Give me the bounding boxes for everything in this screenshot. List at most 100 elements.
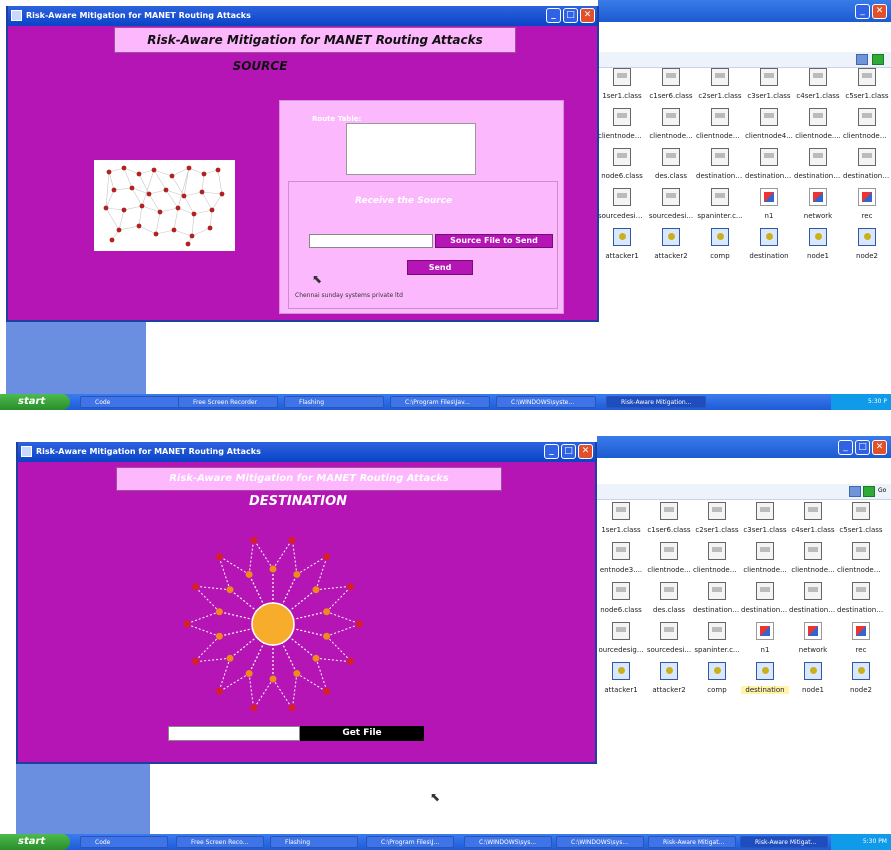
file-item[interactable]: destination.... [693, 582, 741, 622]
file-item[interactable]: c3ser1.class [741, 502, 789, 542]
taskbar-item[interactable]: C:\Program Files\Jav... [390, 396, 490, 408]
file-item[interactable]: c1ser6.class [647, 68, 695, 108]
file-item[interactable]: sourcedesi... [645, 622, 693, 662]
taskbar-item[interactable]: C:\WINDOWS\sys... [556, 836, 644, 848]
file-item[interactable]: des.class [647, 148, 695, 188]
taskbar-item[interactable]: Flashing [270, 836, 358, 848]
file-item[interactable]: clientnode4... [745, 108, 793, 148]
file-item[interactable]: network [789, 622, 837, 662]
file-item[interactable]: node6.class [598, 148, 646, 188]
file-item[interactable]: node1 [789, 662, 837, 702]
maximize-icon[interactable]: □ [855, 440, 870, 455]
file-item[interactable]: destination.... [789, 582, 837, 622]
route-table[interactable] [346, 123, 476, 175]
taskbar-item[interactable]: Risk-Aware Mitigat... [740, 836, 828, 848]
taskbar-item[interactable]: Risk-Aware Mitigation... [606, 396, 706, 408]
file-item[interactable]: clientnode.... [794, 108, 842, 148]
taskbar-item[interactable]: Code [80, 396, 180, 408]
taskbar-item[interactable]: C:\WINDOWS\syste... [496, 396, 596, 408]
file-item[interactable]: n1 [741, 622, 789, 662]
minimize-icon[interactable]: _ [544, 444, 559, 459]
file-item[interactable]: network [794, 188, 842, 228]
file-item[interactable]: ourcedesig... [597, 622, 645, 662]
taskbar-item[interactable]: Flashing [284, 396, 384, 408]
taskbar-item[interactable]: C:\WINDOWS\sys... [464, 836, 552, 848]
file-item[interactable]: c2ser1.class [696, 68, 744, 108]
file-item[interactable]: c4ser1.class [794, 68, 842, 108]
get-file-button[interactable]: Get File [300, 726, 424, 741]
minimize-icon[interactable]: _ [855, 4, 870, 19]
maximize-icon[interactable]: □ [561, 444, 576, 459]
file-item[interactable]: clientnode4.... [696, 108, 744, 148]
file-item[interactable]: node1 [794, 228, 842, 268]
file-item[interactable]: des.class [645, 582, 693, 622]
taskbar-item[interactable]: Free Screen Reco... [176, 836, 264, 848]
file-item[interactable]: destination.... [696, 148, 744, 188]
taskbar-item[interactable]: Risk-Aware Mitigat... [648, 836, 736, 848]
file-item[interactable]: node2 [843, 228, 891, 268]
file-item[interactable]: clientnode5.... [837, 542, 885, 582]
file-item[interactable]: clientnode5.... [843, 108, 891, 148]
file-item[interactable]: destination [741, 662, 789, 702]
file-item[interactable]: attacker1 [597, 662, 645, 702]
file-item[interactable]: node2 [837, 662, 885, 702]
file-item[interactable]: c4ser1.class [789, 502, 837, 542]
file-path-input[interactable] [309, 234, 433, 248]
file-item[interactable]: c1ser6.class [645, 502, 693, 542]
minimize-icon[interactable]: _ [838, 440, 853, 455]
address-bar[interactable] [597, 484, 891, 500]
file-item[interactable]: n1 [745, 188, 793, 228]
file-item[interactable]: 1ser1.class [598, 68, 646, 108]
file-item[interactable]: c2ser1.class [693, 502, 741, 542]
role-title: SOURCE [232, 59, 288, 73]
file-item[interactable]: sourcedesig... [598, 188, 646, 228]
taskbar-item[interactable]: Code [80, 836, 168, 848]
address-dropdown-icon[interactable] [856, 54, 868, 65]
file-item[interactable]: destination [745, 228, 793, 268]
file-item[interactable]: clientnode... [789, 542, 837, 582]
file-item[interactable]: destination.... [843, 148, 891, 188]
address-bar[interactable] [598, 52, 891, 68]
start-button[interactable]: start [0, 834, 70, 850]
close-icon[interactable]: ✕ [580, 8, 595, 23]
go-icon[interactable] [863, 486, 875, 497]
source-file-button[interactable]: Source File to Send [435, 234, 553, 248]
maximize-icon[interactable]: □ [563, 8, 578, 23]
file-item[interactable]: clientnode... [647, 108, 695, 148]
file-item[interactable]: clientnode... [645, 542, 693, 582]
start-button[interactable]: start [0, 394, 70, 410]
file-item[interactable]: comp [693, 662, 741, 702]
close-icon[interactable]: ✕ [872, 440, 887, 455]
file-item[interactable]: destination.... [741, 582, 789, 622]
file-item[interactable]: attacker2 [645, 662, 693, 702]
file-item[interactable]: entnode3.... [597, 542, 645, 582]
file-item[interactable]: destination.... [794, 148, 842, 188]
file-item[interactable]: destination.... [745, 148, 793, 188]
file-item[interactable]: c5ser1.class [837, 502, 885, 542]
close-icon[interactable]: ✕ [578, 444, 593, 459]
taskbar-item[interactable]: C:\Program Files\J... [366, 836, 454, 848]
taskbar-item[interactable]: Free Screen Recorder [178, 396, 278, 408]
file-item[interactable]: clientnode... [741, 542, 789, 582]
file-item[interactable]: 1ser1.class [597, 502, 645, 542]
file-item[interactable]: destination.... [837, 582, 885, 622]
close-icon[interactable]: ✕ [872, 4, 887, 19]
file-item[interactable]: spaninter.c... [693, 622, 741, 662]
file-item[interactable]: c5ser1.class [843, 68, 891, 108]
file-item[interactable]: rec [843, 188, 891, 228]
send-button[interactable]: Send [407, 260, 473, 275]
file-item[interactable]: attacker1 [598, 228, 646, 268]
received-file-input[interactable] [168, 726, 300, 741]
file-item[interactable]: sourcedesi... [647, 188, 695, 228]
minimize-icon[interactable]: _ [546, 8, 561, 23]
file-item[interactable]: comp [696, 228, 744, 268]
file-item[interactable]: clientnode3.... [598, 108, 646, 148]
file-item[interactable]: spaninter.c... [696, 188, 744, 228]
file-item[interactable]: attacker2 [647, 228, 695, 268]
file-item[interactable]: c3ser1.class [745, 68, 793, 108]
address-dropdown-icon[interactable] [849, 486, 861, 497]
file-item[interactable]: node6.class [597, 582, 645, 622]
file-item[interactable]: clientnode4.... [693, 542, 741, 582]
file-item[interactable]: rec [837, 622, 885, 662]
go-icon[interactable] [872, 54, 884, 65]
